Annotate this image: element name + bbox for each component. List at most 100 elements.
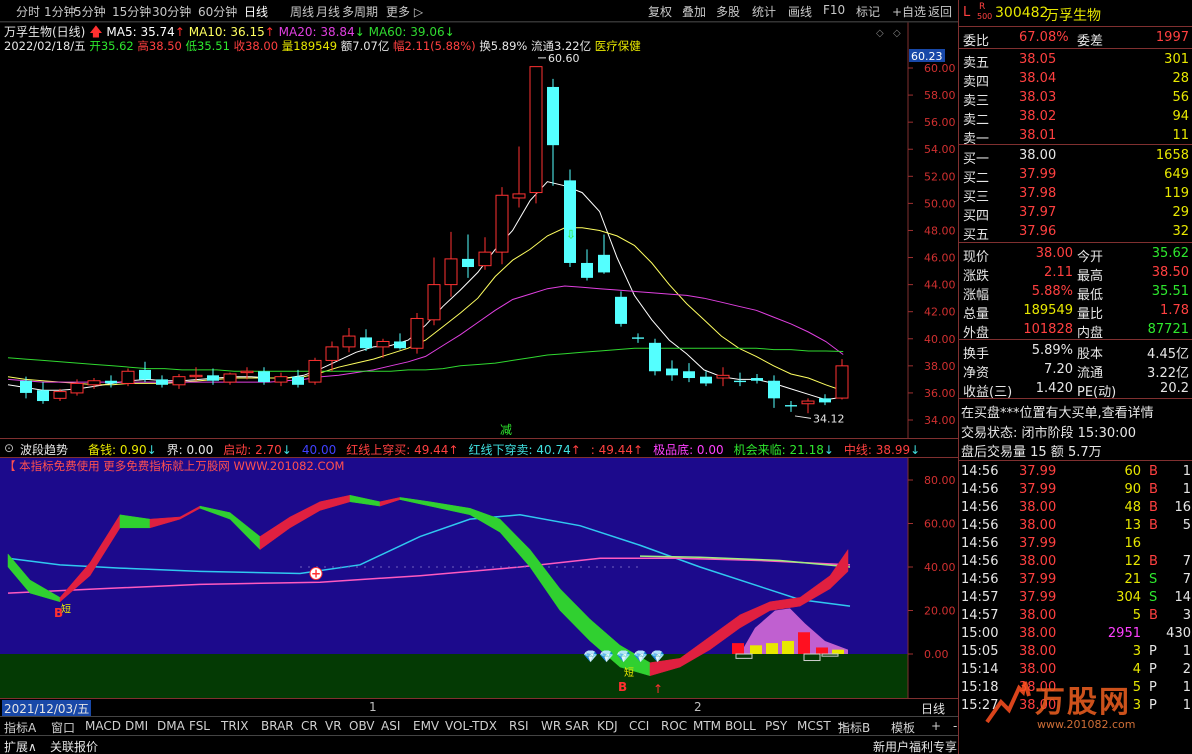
related-quotes-button[interactable]: 关联报价 [50,738,98,754]
stat-value: 87721 [1147,322,1189,337]
indicator-value-text: 备钱: 0.90 [88,443,147,457]
indicator-tab-10[interactable]: OBV [349,719,375,733]
toolbar-button-5[interactable]: F10 [823,3,845,17]
indicator-tab-25[interactable]: 指标B [838,719,870,736]
indicator-tab-6[interactable]: TRIX [221,719,248,733]
candle [768,375,780,408]
indicator-name[interactable]: 波段趋势 [20,441,68,458]
period-tab-2[interactable]: 5分钟 [74,3,106,20]
period-tab-4[interactable]: 30分钟 [152,3,191,20]
tick-direction: P [1149,662,1157,677]
toolbar-button-6[interactable]: 标记 [856,3,880,20]
y-tick-label: 38.00 [924,360,956,373]
fundamental-value: 1.420 [1035,381,1073,396]
indicator-tab-8[interactable]: CR [301,719,318,733]
period-tab-10[interactable]: 更多 ▷ [386,3,423,20]
period-tab-8[interactable]: 月线 [316,3,340,20]
period-tab-9[interactable]: 多周期 [342,3,378,20]
indicator-menu-icon[interactable]: ⊙ [4,441,14,455]
fundamental-label: 流通 [1077,366,1104,381]
y-tick-label: 60.00 [924,62,956,75]
indicator-tab-14[interactable]: RSI [509,719,529,733]
candle-body [70,382,84,394]
y-tick-label: 54.00 [924,143,956,156]
indicator-tab-2[interactable]: MACD [85,719,121,733]
expand-button[interactable]: 扩展∧ [4,738,37,754]
tick-price: 38.00 [1019,608,1057,623]
indicator-value-text: 启动: 2.70 [223,443,282,457]
indicator-tab-4[interactable]: DMA [157,719,185,733]
indicator-arrow-icon: ↑ [570,443,581,457]
period-tab-5[interactable]: 60分钟 [198,3,237,20]
indicator-value-text: 机会来临: 21.18 [733,443,824,457]
stat-label: 最高 [1077,269,1104,284]
news-text[interactable]: 在买盘***位置有大买单,查看详情 [961,402,1154,421]
histogram-bar [750,645,762,654]
sell-level-label: 卖五 [963,56,990,71]
indicator-tab-28[interactable]: - [953,719,957,733]
indicator-tab-18[interactable]: CCI [629,719,649,733]
indicator-tab-15[interactable]: WR [541,719,561,733]
indicator-tab-16[interactable]: SAR [565,719,589,733]
toolbar-button-3[interactable]: 统计 [752,3,776,20]
period-tab-0[interactable]: 分时 [16,3,40,20]
indicator-tab-23[interactable]: MCST [797,719,831,733]
period-tab-6[interactable]: 日线 [244,3,268,20]
toolbar-button-1[interactable]: 叠加 [682,3,706,20]
candle-body [172,376,186,386]
indicator-tab-7[interactable]: BRAR [261,719,294,733]
news-row[interactable]: 在买盘***位置有大买单,查看详情 [959,401,1192,421]
indicator-tab-21[interactable]: BOLL [725,719,756,733]
indicator-tab-17[interactable]: KDJ [597,719,618,733]
indicator-value-1: 界: 0.00 [167,443,214,457]
indicator-tab-12[interactable]: EMV [413,719,439,733]
candle [716,367,730,387]
period-tab-3[interactable]: 15分钟 [112,3,151,20]
tick-volume: 16 [1124,536,1141,551]
candle [172,373,186,389]
indicator-tab-13[interactable]: VOL-TDX [445,719,497,733]
indicator-tab-22[interactable]: PSY [765,719,787,733]
indicator-tab-19[interactable]: ROC [661,719,687,733]
tick-price: 38.00 [1019,662,1057,677]
toolbar-button-2[interactable]: 多股 [716,3,740,20]
short-marker: 短 [61,603,71,616]
period-tab-7[interactable]: 周线 [290,3,314,20]
trade-status-row: 交易状态: 闭市阶段 15:30:00 [959,421,1192,441]
tick-direction: B [1149,608,1158,623]
tick-row: 14:56 38.00 13 B 5 [959,517,1192,535]
toolbar-button-0[interactable]: 复权 [648,3,672,20]
candle-body [240,370,254,374]
indicator-arrow-icon: ↓ [281,443,292,457]
toolbar-button-8[interactable]: 返回 [928,3,952,20]
period-tab-1[interactable]: 1分钟 [44,3,76,20]
indicator-tab-3[interactable]: DMI [125,719,148,733]
candle-body [666,368,678,376]
toolbar-button-4[interactable]: 画线 [788,3,812,20]
candle [478,237,492,270]
indicator-tab-0[interactable]: 指标A [4,719,36,736]
y-tick-label: 40.00 [924,333,956,346]
indicator-tab-27[interactable]: + [931,719,941,733]
indicator-tab-26[interactable]: 模板 [891,719,915,736]
stat-value: 35.51 [1151,284,1189,299]
indicator-chart[interactable]: 【 本指标免费使用 更多免费指标就上万股网 WWW.201082.COM 80.0… [0,458,958,698]
candle [105,375,117,388]
indicator-tab-9[interactable]: VR [325,719,342,733]
toolbar-button-7[interactable]: +自选 [892,3,926,20]
candle [801,398,815,414]
tick-count: 1 [1182,644,1191,659]
stat-value: 1.78 [1160,303,1189,318]
indicator-tab-11[interactable]: ASI [381,719,400,733]
indicator-tab-20[interactable]: MTM [693,719,721,733]
new-user-promo[interactable]: 新用户福利专享 [873,738,957,754]
indicator-tab-1[interactable]: 窗口 [51,719,75,736]
fundamental-value: 3.22亿 [1147,366,1189,381]
indicator-tab-5[interactable]: FSL [189,719,210,733]
candle-body [189,374,203,378]
candlestick-chart[interactable]: 60.00 58.00 56.00 54.00 52.00 50.00 48.00 46.00… [0,22,958,438]
sell-order-row: 卖五 38.05 301 [959,51,1192,71]
candle-body [819,398,831,403]
candle-body [751,378,763,381]
indicator-value-text: 极品底: 0.00 [653,443,724,457]
